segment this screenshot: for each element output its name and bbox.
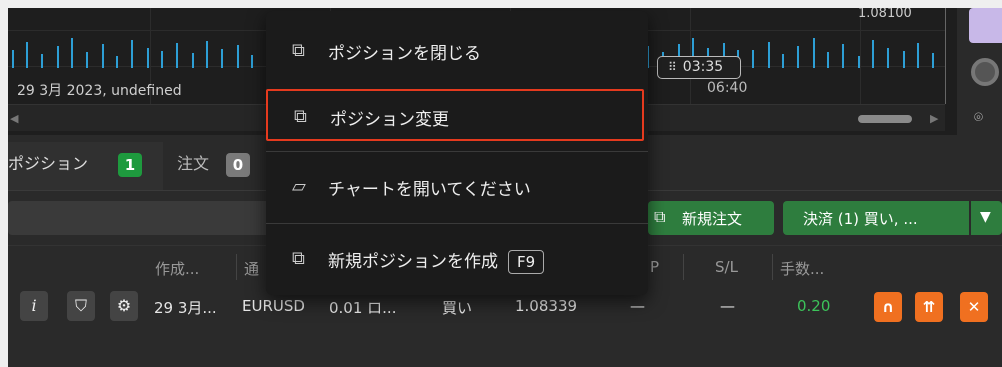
volume-bar — [57, 46, 59, 68]
zoom-dial[interactable] — [971, 58, 999, 86]
volume-bar — [41, 54, 43, 68]
volume-bar — [102, 44, 104, 68]
scroll-left-icon[interactable]: ◀ — [10, 112, 18, 125]
price-axis-line — [945, 0, 946, 104]
menu-label: ポジションを閉じる — [328, 44, 481, 64]
volume-bar — [251, 55, 253, 68]
volume-bar — [887, 48, 889, 68]
menu-item-new-position[interactable]: ⧉ 新規ポジションを作成 F9 — [266, 233, 648, 285]
volume-bar — [858, 56, 860, 68]
volume-bar — [917, 43, 919, 68]
volume-bar — [131, 40, 133, 68]
cell-price: 1.08339 — [515, 297, 578, 315]
new-order-label: 新規注文 — [682, 210, 743, 228]
scroll-thumb[interactable] — [858, 115, 912, 123]
col-separator — [772, 254, 773, 280]
volume-bar — [768, 42, 770, 68]
chart-date-label: 29 3月 2023, undefined — [17, 83, 182, 99]
shield-icon[interactable]: ⛉ — [67, 291, 95, 321]
volume-bar — [221, 49, 223, 68]
cell-fee: 0.20 — [797, 297, 831, 315]
color-swatch-button[interactable] — [969, 8, 1002, 43]
cell-amount: 0.01 ロ... — [329, 299, 397, 317]
volume-bar — [903, 51, 905, 68]
scroll-right-icon[interactable]: ▶ — [930, 112, 938, 125]
positions-count-badge: 1 — [118, 153, 142, 177]
volume-bar — [813, 38, 815, 68]
col-separator — [683, 254, 684, 280]
new-order-icon: ⧉ — [654, 207, 666, 226]
new-position-icon: ⧉ — [292, 248, 305, 269]
menu-label: ポジション変更 — [330, 110, 449, 130]
volume-bar — [26, 42, 28, 68]
gear-icon[interactable]: ⚙ — [110, 291, 138, 321]
camera-icon[interactable]: ⌾ — [974, 108, 983, 126]
col-separator — [236, 254, 237, 280]
cell-tp: — — [630, 297, 645, 315]
price-tag: 1.08100 — [858, 6, 912, 21]
chevron-down-icon[interactable]: ▼ — [971, 201, 1002, 235]
close-position-icon: ⧉ — [292, 40, 305, 61]
volume-bar — [797, 46, 799, 68]
volume-bar — [192, 53, 194, 68]
volume-bar — [782, 54, 784, 68]
volume-bar — [237, 45, 239, 68]
close-icon[interactable]: ✕ — [960, 292, 988, 322]
menu-separator — [266, 151, 648, 152]
double-up-icon[interactable]: ⇈ — [915, 292, 943, 322]
volume-bar — [147, 48, 149, 68]
volume-bar — [932, 53, 934, 68]
volume-bar — [86, 52, 88, 68]
info-icon[interactable]: i — [20, 291, 48, 321]
tab-orders[interactable]: 注文 — [177, 150, 209, 174]
reverse-position-icon[interactable]: ∩ — [874, 292, 902, 322]
context-menu: ⧉ ポジションを閉じる ⧉ ポジション変更 ▱ チャートを開いてください ⧉ 新規ポジシ… — [266, 11, 648, 295]
time-axis-label: 06:40 — [707, 80, 748, 96]
col-header-fee[interactable]: 手数... — [780, 258, 824, 279]
new-order-button[interactable]: ⧉ 新規注文 — [648, 201, 774, 235]
volume-bar — [842, 44, 844, 68]
volume-bar — [116, 56, 118, 68]
chart-side-panel: ⌾ — [957, 0, 1002, 135]
volume-bar — [71, 38, 73, 68]
volume-bar — [12, 50, 14, 68]
cell-created: 29 3月... — [154, 299, 217, 317]
cell-sl: — — [720, 297, 735, 315]
col-header-tp[interactable]: P — [650, 258, 659, 276]
candle-countdown[interactable]: ⠿ 03:35 — [657, 56, 741, 79]
close-positions-button[interactable]: 決済 (1) 買い, ... — [783, 201, 969, 235]
menu-item-open-chart[interactable]: ▱ チャートを開いてください — [266, 161, 648, 213]
menu-separator — [266, 223, 648, 224]
volume-bar — [827, 52, 829, 68]
modify-position-icon: ⧉ — [294, 106, 307, 127]
chart-icon: ▱ — [292, 176, 306, 197]
col-header-sl[interactable]: S/L — [715, 258, 738, 276]
volume-bar — [206, 41, 208, 68]
orders-count-badge: 0 — [226, 153, 250, 177]
menu-item-modify-position[interactable]: ⧉ ポジション変更 — [266, 89, 644, 141]
countdown-value: 03:35 — [682, 59, 724, 75]
cell-symbol: EURUSD — [242, 297, 305, 315]
volume-bar — [161, 51, 163, 68]
menu-label: 新規ポジションを作成 — [328, 252, 498, 272]
volume-bar — [176, 43, 178, 68]
tab-positions[interactable]: ポジション — [8, 150, 88, 174]
cell-side: 買い — [442, 299, 473, 317]
menu-item-close-position[interactable]: ⧉ ポジションを閉じる — [266, 25, 648, 77]
col-header-symbol[interactable]: 通 — [244, 258, 259, 279]
shortcut-key: F9 — [508, 250, 545, 274]
volume-bar — [872, 40, 874, 68]
menu-label: チャートを開いてください — [328, 180, 531, 200]
volume-bar — [752, 50, 754, 68]
trading-app: 1.08100 29 3月 2023, undefined 06:40 ⠿ 03:… — [0, 0, 1002, 367]
col-header-created[interactable]: 作成... — [155, 258, 199, 279]
drag-handle-icon[interactable]: ⠿ — [668, 60, 677, 74]
